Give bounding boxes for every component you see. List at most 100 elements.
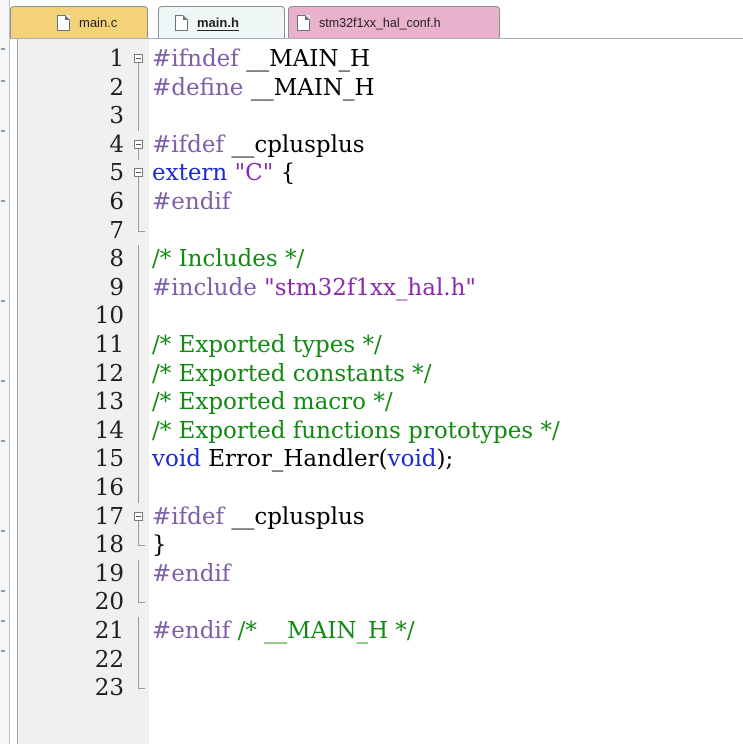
file-icon [57,14,70,31]
code-line[interactable]: 12 /* Exported constants */ [18,359,743,389]
code-text: #endif /* __MAIN_H */ [152,617,415,645]
line-number: 2 [109,74,124,101]
code-line[interactable]: 5 extern "C" { [18,159,743,189]
fold-guide [133,188,147,217]
fold-guide [133,645,147,675]
code-token: #endif [152,189,231,215]
code-line[interactable]: 17 #ifdef __cplusplus [18,503,743,532]
line-number: 4 [109,131,124,158]
code-text: #endif [152,560,230,588]
line-number: 11 [94,332,124,358]
code-token: #ifdef [152,131,232,158]
fold-toggle-icon[interactable] [133,131,147,160]
code-text: /* Includes */ [152,245,304,273]
line-number: 18 [94,532,124,559]
line-number: 19 [94,560,124,587]
tab-stm32f1xx-hal-conf-h[interactable]: stm32f1xx_hal_conf.h [288,6,500,38]
code-line[interactable]: 16 [18,474,743,503]
code-line[interactable]: 10 [18,302,743,332]
code-line[interactable]: 8 /* Includes */ [18,245,743,275]
code-line[interactable]: 2 #define __MAIN_H [18,73,743,103]
fold-toggle-icon[interactable] [133,159,147,189]
fold-guide [133,388,147,418]
line-number: 13 [94,389,124,416]
fold-toggle-icon[interactable] [133,503,147,532]
side-panel-edge [0,0,10,744]
code-line[interactable]: 13 /* Exported macro */ [18,388,743,418]
code-line[interactable]: 20 [18,588,743,616]
code-text: #include "stm32f1xx_hal.h" [152,274,476,302]
line-number: 12 [94,360,124,387]
code-token: void [152,446,209,473]
code-token: } [152,532,167,559]
code-token: extern [152,160,235,187]
fold-toggle-icon[interactable] [133,45,147,74]
code-line[interactable]: 7 [18,216,743,245]
code-line[interactable]: 6 #endif [18,188,743,217]
fold-guide [133,216,147,245]
code-line[interactable]: 21 #endif /* __MAIN_H */ [18,617,743,646]
code-line[interactable]: 18} [18,531,743,559]
fold-guide [133,617,147,646]
fold-guide [133,331,147,360]
fold-guide [133,531,147,559]
file-icon [175,14,188,31]
code-text: void Error_Handler(void); [152,445,453,473]
line-number: 8 [109,246,124,273]
code-line[interactable]: 11 /* Exported types */ [18,331,743,360]
code-token: /* __MAIN_H */ [237,618,415,644]
code-line[interactable]: 19 #endif [18,559,743,589]
fold-guide [133,73,147,103]
code-token: "stm32f1xx_hal.h" [264,274,477,301]
fold-guide [133,273,147,303]
line-number: 16 [94,475,124,501]
code-text: } [152,531,167,559]
code-line[interactable]: 14 /* Exported functions prototypes */ [18,416,743,446]
code-text: extern "C" { [152,159,295,187]
fold-guide [133,674,147,702]
line-number: 15 [94,446,124,473]
tab-main-c[interactable]: main.c [10,6,148,38]
code-token: #include [152,274,265,301]
code-token: #endif [152,618,238,644]
code-token: __MAIN_H [246,46,371,72]
code-token: /* Exported types */ [152,332,382,358]
code-text: #endif [152,188,230,216]
line-number: 5 [109,160,124,187]
code-token: Error_Handler( [208,446,388,473]
tab-main-h[interactable]: main.h [158,6,285,38]
line-number: 17 [94,503,124,530]
line-number: 14 [94,417,124,444]
code-editor[interactable]: 1 #ifndef __MAIN_H 2 #define __MAIN_H 3 4 #ifd… [17,39,743,744]
code-line[interactable]: 4 #ifdef __cplusplus [18,131,743,160]
code-text: #ifdef __cplusplus [152,131,365,159]
code-line[interactable]: 22 [18,645,743,675]
fold-guide [133,416,147,446]
code-token: #ifndef [152,46,247,72]
line-number: 3 [109,103,124,130]
code-line[interactable]: 9 #include "stm32f1xx_hal.h" [18,273,743,303]
code-line[interactable]: 23 [18,674,743,702]
code-token: void [387,446,437,473]
code-token: /* Exported functions prototypes */ [152,417,560,444]
code-token: #endif [152,560,231,587]
code-line[interactable]: 1 #ifndef __MAIN_H [18,45,743,74]
code-text: #ifndef __MAIN_H [152,45,370,73]
line-number: 1 [109,46,124,72]
code-token: /* Exported macro */ [152,389,393,416]
code-token: /* Includes */ [152,246,305,273]
code-token: __MAIN_H [250,74,375,101]
fold-guide [133,359,147,389]
code-token: "C" [234,160,274,187]
code-text: /* Exported functions prototypes */ [152,417,560,445]
code-token: __cplusplus [231,503,365,530]
code-line[interactable]: 15 void Error_Handler(void); [18,445,743,475]
file-tab-bar: main.c main.h stm32f1xx_hal_conf.h [10,0,743,39]
code-line[interactable]: 3 [18,102,743,132]
code-token: /* Exported constants */ [152,360,432,387]
code-token: ); [436,446,454,473]
line-number: 21 [94,618,124,644]
code-text: /* Exported constants */ [152,360,432,388]
code-text: #define __MAIN_H [152,74,375,102]
line-number: 20 [94,589,124,616]
